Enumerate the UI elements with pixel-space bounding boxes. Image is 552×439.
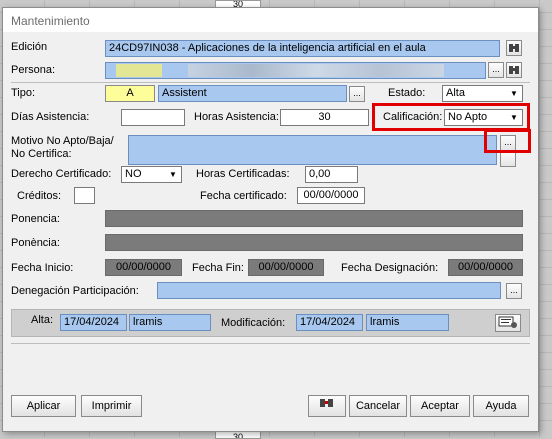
fecha-designacion-field: 00/00/0000 [448,259,523,276]
window-title: Mantenimiento [11,14,90,28]
background-cell-bottom: 30 [215,431,261,439]
chevron-down-icon: ▼ [166,168,180,181]
creditos-field[interactable] [74,187,95,204]
fecha-fin-label: Fecha Fin: [192,262,244,274]
chevron-down-icon: ▼ [507,87,521,100]
tipo-code-field[interactable]: A [105,85,155,102]
denegacion-field[interactable] [157,282,501,299]
separator [11,343,530,344]
motivo-label-line1: Motivo No Apto/Baja/ [11,135,114,147]
horas-field[interactable]: 30 [280,109,369,126]
cancelar-button[interactable]: Cancelar [349,395,407,417]
motivo-label-line2: No Certifica: [11,148,72,160]
persona-label: Persona: [11,64,56,76]
alta-label: Alta: [31,314,54,326]
persona-redacted-name [188,64,444,77]
denegacion-ellipsis-button[interactable]: ... [506,283,522,299]
tipo-ellipsis-button[interactable]: ... [349,86,365,102]
derecho-value: NO [125,168,142,180]
fecha-cert-field[interactable]: 00/00/0000 [297,187,365,204]
dias-label: Días Asistencia: [11,111,90,123]
fecha-inicio-field: 00/00/0000 [105,259,182,276]
mantenimiento-dialog: Mantenimiento Edición 24CD97IN038 - Apli… [2,7,539,432]
modificacion-date-field: 17/04/2024 [296,314,363,331]
audit-history-icon[interactable] [495,314,521,332]
tipo-label: Tipo: [11,87,36,99]
dias-field[interactable] [121,109,185,126]
ponencia-ca-label: Ponència: [11,237,60,249]
chevron-down-icon: ▼ [507,111,521,124]
persona-ellipsis-button[interactable]: ... [488,62,504,78]
motivo-button-highlight [484,129,531,153]
horas-cert-field[interactable]: 0,00 [305,166,358,183]
edicion-label: Edición [11,41,48,53]
fecha-cert-label: Fecha certificado: [200,190,287,202]
calificacion-select[interactable]: No Apto ▼ [444,109,523,126]
derecho-label: Derecho Certificado: [11,168,112,180]
aceptar-button[interactable]: Aceptar [410,395,470,417]
alta-date-field: 17/04/2024 [60,314,127,331]
title-bar: Mantenimiento [3,8,538,32]
aplicar-button[interactable]: Aplicar [11,395,76,417]
ponencia-ca-field [105,234,523,251]
horas-cert-label: Horas Certificadas: [196,168,290,180]
ponencia-field [105,210,523,227]
creditos-label: Créditos: [17,190,62,202]
calificacion-label: Calificación: [383,111,443,123]
modificacion-user-field: lramis [366,314,449,331]
fecha-inicio-label: Fecha Inicio: [11,262,74,274]
edicion-field[interactable]: 24CD97IN038 - Aplicaciones de la intelig… [105,40,500,57]
fecha-designacion-label: Fecha Designación: [341,262,439,274]
estado-select[interactable]: Alta ▼ [442,85,523,102]
separator [11,82,530,83]
modificacion-label: Modificación: [221,317,286,329]
derecho-select[interactable]: NO ▼ [121,166,182,183]
denegacion-label: Denegación Participación: [11,285,139,297]
horas-label: Horas Asistencia: [194,111,279,123]
edicion-search-icon[interactable] [506,40,522,56]
ponencia-label: Ponencia: [11,213,60,225]
calificacion-value: No Apto [448,111,488,123]
tipo-name-field[interactable]: Assistent [158,85,347,102]
persona-redacted-part [116,64,162,77]
motivo-field[interactable] [128,135,497,165]
imprimir-button[interactable]: Imprimir [81,395,142,417]
fecha-fin-field: 00/00/0000 [248,259,324,276]
persona-field[interactable] [105,62,486,79]
tools-icon-button[interactable] [308,395,346,417]
alta-user-field: lramis [129,314,211,331]
motivo-scroll-button[interactable] [500,151,516,167]
ayuda-button[interactable]: Ayuda [473,395,529,417]
estado-value: Alta [446,87,465,99]
estado-label: Estado: [388,87,426,99]
persona-search-icon[interactable] [506,62,522,78]
